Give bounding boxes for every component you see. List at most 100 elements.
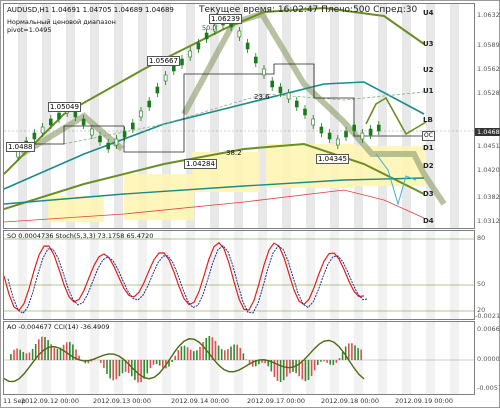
session-stripe: [282, 4, 291, 229]
time-axis: 11 Sep 2012.09.12 00:00 2012.09.13 00:00…: [3, 397, 475, 409]
price-tick: 1.04515: [477, 142, 500, 150]
stoch-tick-80: 80: [477, 234, 485, 242]
session-stripe: [426, 322, 435, 395]
candle-body: [156, 87, 159, 93]
ao-bar: [224, 350, 226, 360]
level-u3: U3: [423, 40, 434, 48]
fib-382-label: 38.2: [226, 149, 242, 157]
level-d1: D1: [423, 144, 434, 152]
time-tick: 2012.09.14 00:00: [171, 397, 229, 405]
candle-body: [263, 69, 266, 75]
candle-body: [238, 31, 241, 37]
ao-bar: [193, 351, 195, 360]
chart-window: AUDUSD,H1 1.04691 1.04705 1.04689 1.0468…: [0, 0, 500, 408]
session-stripe: [90, 4, 99, 229]
candle-body: [82, 119, 85, 125]
ao-bar: [218, 346, 220, 360]
ao-bar: [302, 360, 304, 380]
session-stripe: [426, 231, 435, 320]
ao-bar: [286, 360, 288, 377]
session-stripe: [42, 231, 51, 320]
time-tick: 2012.09.13 00:00: [93, 397, 151, 405]
ao-bar: [116, 360, 118, 379]
ao-bar: [289, 360, 291, 373]
oc-tag: OC: [422, 131, 435, 141]
ao-bar: [320, 360, 322, 362]
ao-bar: [230, 346, 232, 360]
stoch-tick-ao: -0.00217: [475, 312, 500, 320]
session-stripe: [378, 4, 387, 229]
session-stripe: [138, 231, 147, 320]
stochastic-axis: 80 50 20 -0.00217: [475, 230, 499, 320]
ao-bar: [199, 347, 201, 360]
ao-bar: [122, 360, 124, 373]
candle-body: [99, 136, 102, 142]
candle-body: [148, 101, 151, 107]
candle-body: [58, 113, 61, 119]
session-stripe: [330, 231, 339, 320]
ao-bar: [190, 350, 192, 360]
ao-bar: [333, 360, 335, 365]
session-stripe: [450, 322, 459, 395]
candle-body: [254, 57, 257, 63]
ao-bar: [243, 353, 245, 360]
candle-body: [287, 93, 290, 99]
ao-bar: [109, 360, 111, 379]
ao-bar: [38, 339, 40, 360]
ao-bar: [162, 360, 164, 368]
session-stripe: [258, 4, 267, 229]
price-chart-pane[interactable]: AUDUSD,H1 1.04691 1.04705 1.04689 1.0468…: [3, 3, 475, 229]
session-stripe: [306, 322, 315, 395]
candle-body: [361, 133, 364, 139]
candle-body: [279, 87, 282, 93]
candle-body: [304, 109, 307, 115]
candle-body: [271, 81, 274, 87]
ao-bar: [178, 350, 180, 360]
session-stripe: [330, 322, 339, 395]
candle-body: [197, 43, 200, 49]
ao-bar: [236, 345, 238, 360]
low-annotation-2: 1.04345: [316, 154, 349, 164]
price-tick: 1.05620: [477, 65, 500, 73]
ao-bar: [329, 360, 331, 365]
session-stripe: [234, 4, 243, 229]
cci-tick-bottom: -0.00573: [477, 384, 500, 392]
pivot-label: pivot=1.0495: [7, 26, 52, 34]
price-tick: 1.03829: [477, 193, 500, 201]
stochastic-label: SO 0.0004736 Stoch(5,3,3) 73.1758 65.472…: [7, 232, 153, 240]
time-tick: 2012.09.19 00:00: [395, 397, 453, 405]
ao-bar: [283, 360, 285, 380]
candle-body: [377, 125, 380, 131]
price-tick: 1.05282: [477, 89, 500, 97]
ao-bar: [29, 352, 31, 360]
candle-body: [140, 111, 143, 117]
candle-body: [320, 127, 323, 133]
ao-bar: [171, 360, 173, 362]
ao-bar: [66, 342, 68, 360]
level-u1: U1: [423, 87, 434, 95]
level-d2: D2: [423, 162, 434, 170]
ao-bar: [196, 350, 198, 360]
ao-bar: [112, 360, 114, 380]
ao-bar: [277, 360, 279, 381]
ao-bar: [351, 343, 353, 360]
symbol-ohlc-label: AUDUSD,H1 1.04691 1.04705 1.04689 1.0468…: [7, 6, 174, 14]
ao-bar: [16, 348, 18, 360]
high-annotation-3: 1.05049: [48, 102, 81, 112]
ao-bar: [63, 345, 65, 360]
ao-bar: [227, 349, 229, 360]
ao-bar: [308, 360, 310, 380]
stochastic-pane[interactable]: SO 0.0004736 Stoch(5,3,3) 73.1758 65.472…: [3, 230, 475, 320]
session-stripe: [18, 4, 27, 229]
ao-bar: [354, 345, 356, 360]
candle-body: [246, 43, 249, 49]
candle-body: [107, 143, 110, 149]
session-stripe: [234, 322, 243, 395]
ao-bar: [147, 360, 149, 373]
cci-ao-pane[interactable]: AO -0.004677 CCI(14) -36.4909: [3, 321, 475, 395]
cci-axis: 0.00661 0.00000 -0.00573: [475, 321, 499, 395]
session-stripe: [186, 231, 195, 320]
ao-bar: [342, 352, 344, 360]
price-tick: 1.03128: [477, 217, 500, 225]
ao-bar: [314, 360, 316, 370]
